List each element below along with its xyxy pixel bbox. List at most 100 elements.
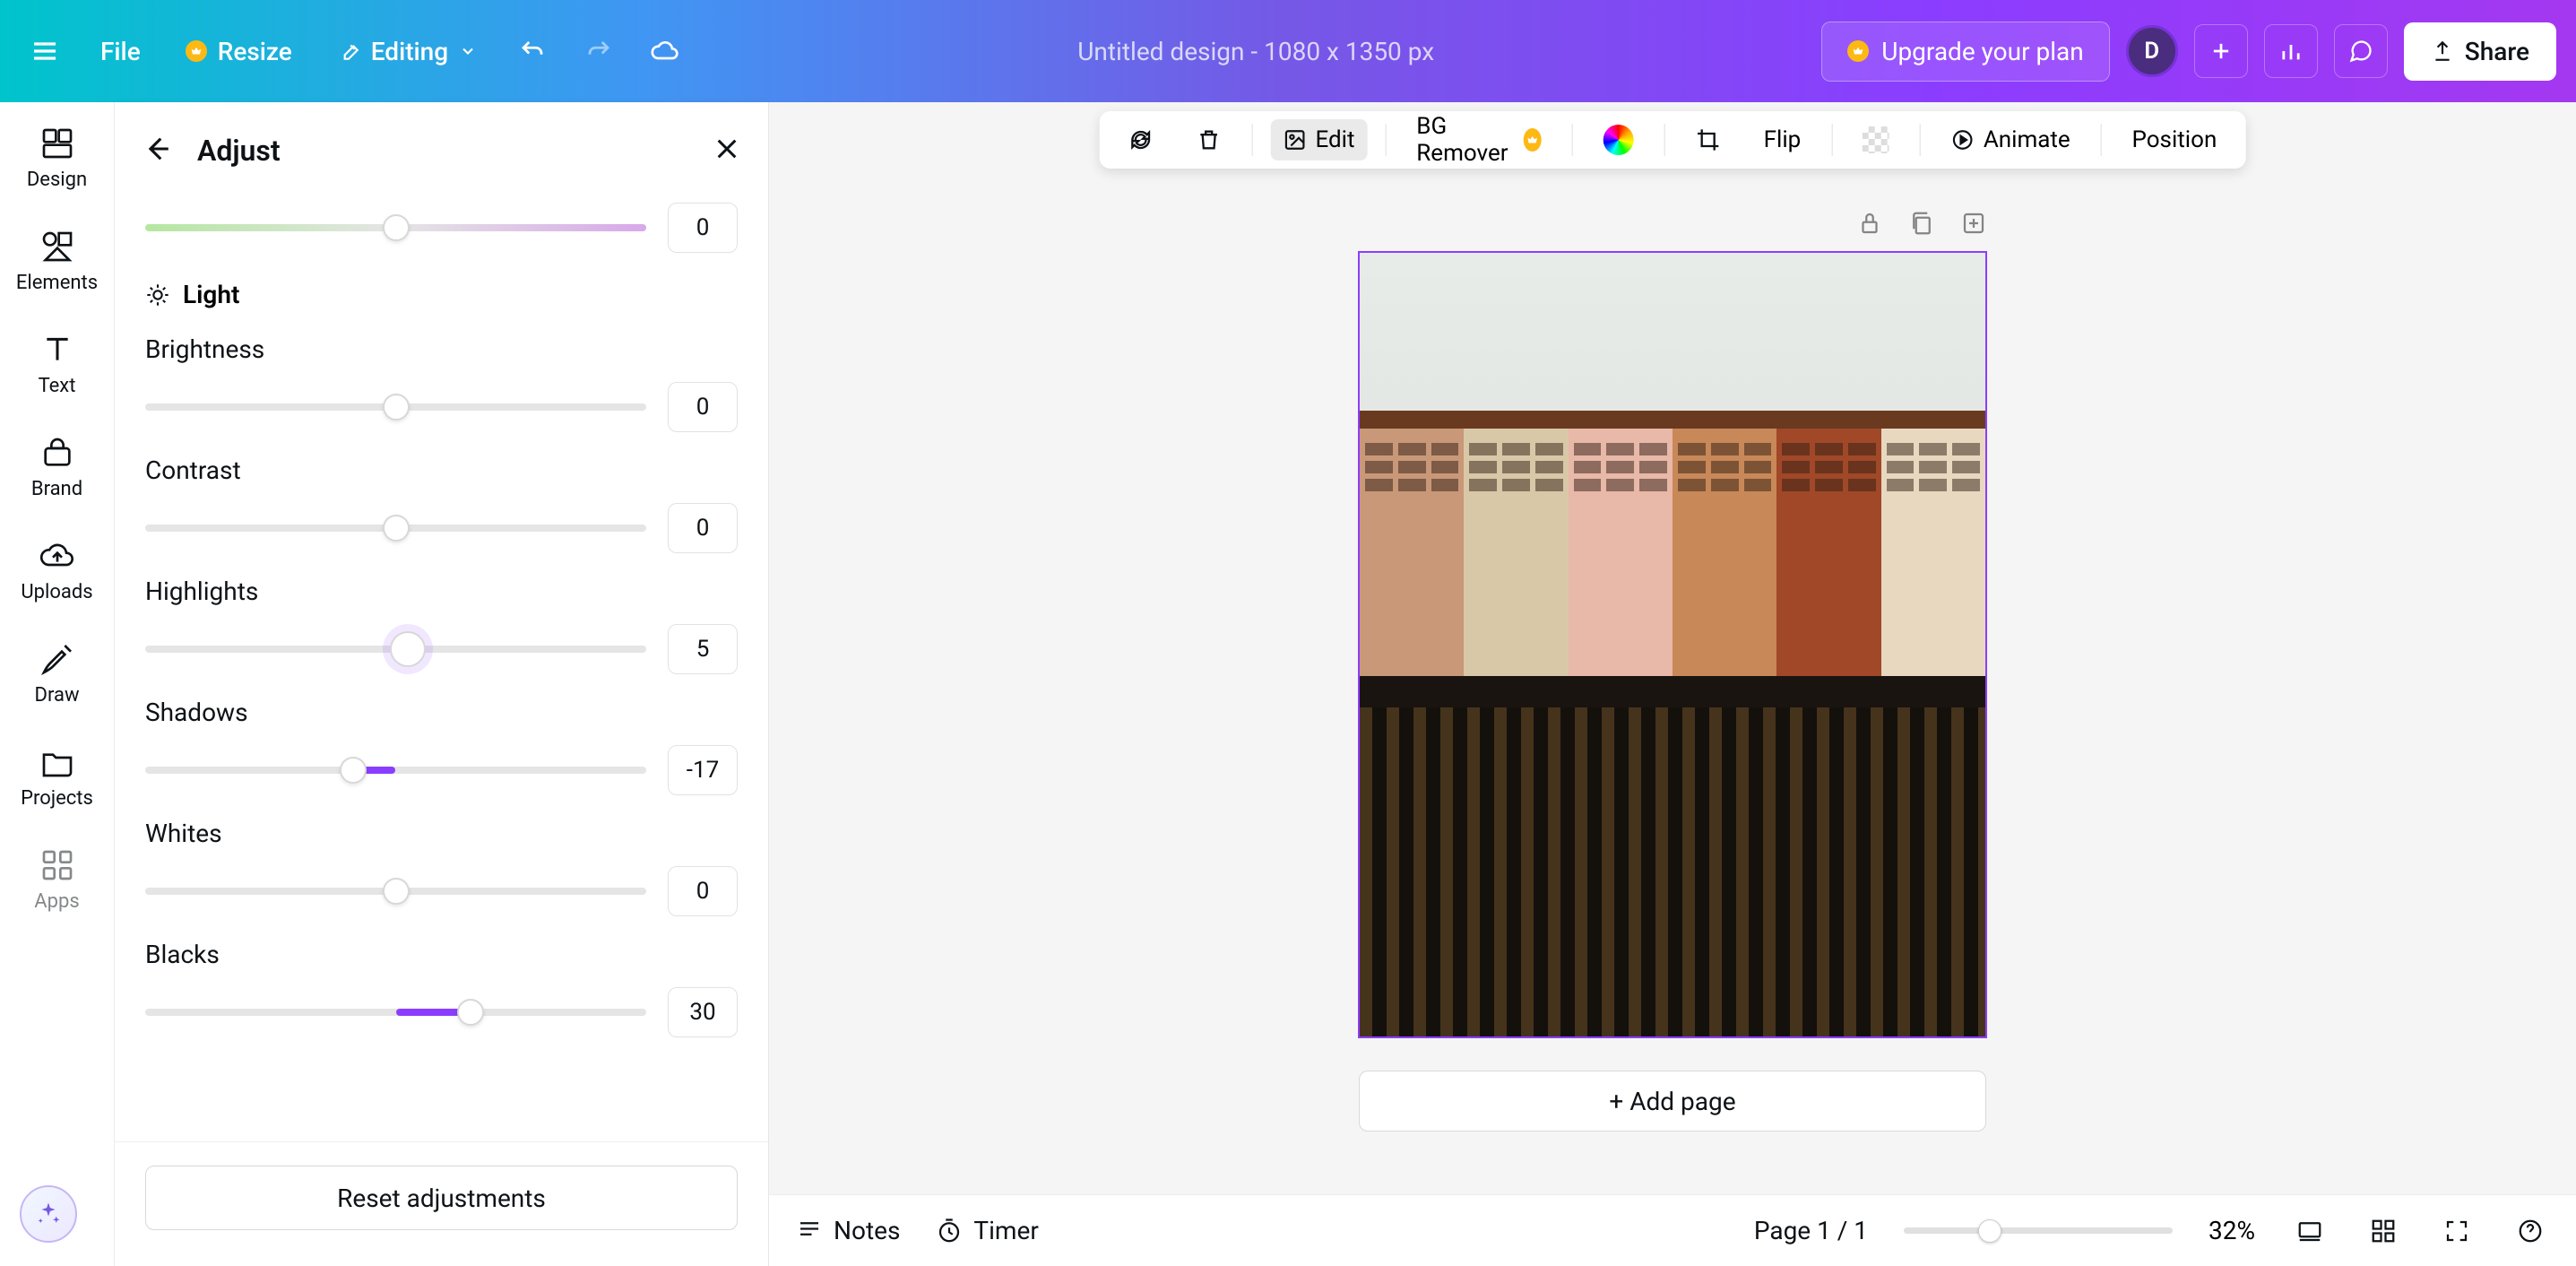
- crown-icon: [1847, 40, 1869, 62]
- canvas-area: Edit BG Remover Flip Animate Position: [769, 102, 2576, 1266]
- shadows-value[interactable]: -17: [668, 745, 738, 795]
- flip-button[interactable]: Flip: [1751, 119, 1814, 160]
- crown-icon: [1524, 128, 1542, 152]
- notes-label: Notes: [834, 1216, 900, 1245]
- blacks-label: Blacks: [145, 940, 738, 969]
- contrast-slider[interactable]: [145, 525, 646, 532]
- image-icon: [1283, 128, 1306, 152]
- bg-remover-label: BG Remover: [1416, 113, 1515, 167]
- tint-value[interactable]: 0: [668, 203, 738, 253]
- avatar[interactable]: D: [2126, 25, 2178, 77]
- chevron-down-icon: [459, 42, 477, 60]
- rail-brand-label: Brand: [31, 478, 82, 500]
- whites-value[interactable]: 0: [668, 866, 738, 916]
- position-label: Position: [2131, 126, 2217, 153]
- brightness-label: Brightness: [145, 334, 738, 364]
- rail-draw[interactable]: Draw: [0, 641, 114, 707]
- brightness-slider[interactable]: [145, 403, 646, 411]
- editing-menu[interactable]: Editing: [323, 28, 491, 75]
- brightness-value[interactable]: 0: [668, 382, 738, 432]
- rail-draw-label: Draw: [35, 684, 80, 707]
- slideshow-view-icon[interactable]: [2291, 1212, 2329, 1250]
- contrast-value[interactable]: 0: [668, 503, 738, 553]
- context-toolbar: Edit BG Remover Flip Animate Position: [1100, 111, 2246, 169]
- zoom-slider[interactable]: [1904, 1227, 2173, 1234]
- position-button[interactable]: Position: [2119, 119, 2229, 160]
- help-icon[interactable]: [2511, 1212, 2549, 1250]
- animate-icon: [1951, 128, 1975, 152]
- rail-apps[interactable]: Apps: [0, 847, 114, 913]
- crop-button[interactable]: [1683, 120, 1733, 160]
- upload-icon: [2431, 39, 2454, 63]
- blacks-slider[interactable]: [145, 1009, 646, 1016]
- edit-label: Edit: [1315, 126, 1354, 153]
- rail-elements[interactable]: Elements: [0, 229, 114, 294]
- timer-label: Timer: [973, 1216, 1038, 1245]
- whites-label: Whites: [145, 819, 738, 848]
- resize-menu[interactable]: Resize: [171, 28, 307, 75]
- lock-icon[interactable]: [1856, 210, 1883, 237]
- design-title[interactable]: Untitled design - 1080 x 1350 px: [706, 37, 1805, 66]
- bg-remover-button[interactable]: BG Remover: [1404, 106, 1554, 174]
- close-button[interactable]: [713, 134, 741, 167]
- rail-uploads[interactable]: Uploads: [0, 538, 114, 603]
- timer-icon: [936, 1218, 963, 1244]
- light-section-header: Light: [145, 280, 738, 309]
- magic-button[interactable]: [20, 1185, 77, 1243]
- cloud-sync-icon[interactable]: [640, 26, 690, 76]
- file-menu[interactable]: File: [86, 28, 155, 75]
- upgrade-plan-button[interactable]: Upgrade your plan: [1821, 22, 2109, 82]
- color-button[interactable]: [1591, 117, 1647, 162]
- add-member-button[interactable]: [2194, 24, 2248, 78]
- canvas-page[interactable]: [1358, 251, 1987, 1038]
- regenerate-button[interactable]: [1116, 120, 1166, 160]
- undo-button[interactable]: [507, 26, 558, 76]
- rail-projects[interactable]: Projects: [0, 744, 114, 810]
- delete-button[interactable]: [1184, 120, 1234, 160]
- contrast-label: Contrast: [145, 455, 738, 485]
- add-page-button[interactable]: + Add page: [1359, 1071, 1986, 1132]
- redo-button[interactable]: [574, 26, 624, 76]
- transparency-button[interactable]: [1850, 119, 1902, 160]
- resize-label: Resize: [218, 37, 292, 66]
- rail-design-label: Design: [27, 169, 87, 191]
- adjust-panel: Adjust 0 Light Brightness: [115, 102, 769, 1266]
- edit-button[interactable]: Edit: [1270, 119, 1367, 160]
- rail-design[interactable]: Design: [0, 126, 114, 191]
- timer-button[interactable]: Timer: [936, 1216, 1038, 1245]
- top-bar: File Resize Editing Untitled design - 10…: [0, 0, 2576, 102]
- grid-view-icon[interactable]: [2364, 1212, 2402, 1250]
- shadows-slider[interactable]: [145, 767, 646, 774]
- rail-text[interactable]: Text: [0, 332, 114, 397]
- add-page-icon[interactable]: [1960, 210, 1987, 237]
- page-actions: [1358, 210, 1987, 237]
- rail-elements-label: Elements: [16, 272, 98, 294]
- back-button[interactable]: [142, 134, 172, 168]
- rail-brand[interactable]: Brand: [0, 435, 114, 500]
- highlights-value[interactable]: 5: [668, 624, 738, 674]
- sun-icon: [145, 282, 170, 308]
- reset-adjustments-button[interactable]: Reset adjustments: [145, 1166, 738, 1230]
- shadows-label: Shadows: [145, 698, 738, 727]
- light-section-label: Light: [183, 280, 239, 309]
- whites-slider[interactable]: [145, 888, 646, 895]
- fullscreen-icon[interactable]: [2438, 1212, 2476, 1250]
- share-label: Share: [2465, 37, 2529, 66]
- analytics-button[interactable]: [2264, 24, 2318, 78]
- highlights-label: Highlights: [145, 577, 738, 606]
- rail-uploads-label: Uploads: [21, 581, 92, 603]
- duplicate-page-icon[interactable]: [1908, 210, 1935, 237]
- tint-slider[interactable]: [145, 224, 646, 231]
- animate-button[interactable]: Animate: [1939, 119, 2083, 160]
- blacks-value[interactable]: 30: [668, 987, 738, 1037]
- upgrade-label: Upgrade your plan: [1881, 37, 2083, 66]
- rail-apps-label: Apps: [34, 890, 79, 913]
- highlights-slider[interactable]: [145, 646, 646, 653]
- comment-button[interactable]: [2334, 24, 2388, 78]
- page-indicator[interactable]: Page 1 / 1: [1754, 1216, 1868, 1245]
- color-wheel-icon: [1604, 125, 1634, 155]
- menu-hamburger-icon[interactable]: [20, 26, 70, 76]
- zoom-value[interactable]: 32%: [2209, 1216, 2255, 1245]
- notes-button[interactable]: Notes: [796, 1216, 900, 1245]
- share-button[interactable]: Share: [2404, 22, 2556, 81]
